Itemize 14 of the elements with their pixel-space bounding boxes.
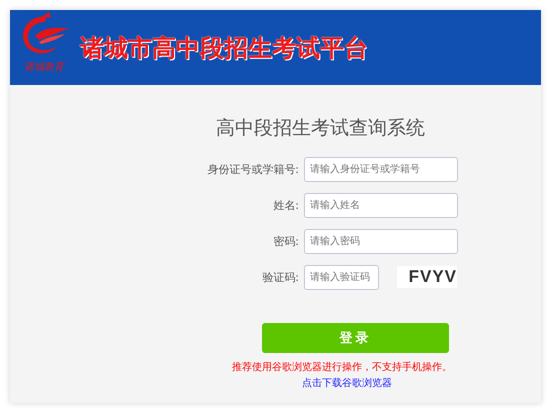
field-label: 密码: [272,234,300,248]
input-field[interactable]: 请输入身份证号或学籍号 [304,156,458,182]
logo-text: 诸城教育 [24,62,64,74]
input-field[interactable]: 请输入姓名 [304,192,458,218]
password-field[interactable]: 请输入密码 [304,228,458,254]
download-link[interactable]: 点击下载谷歌浏览器 [302,376,392,390]
field-label: 身份证号或学籍号: [206,162,300,176]
site-title: 诸城市高中段招生考试平台 [80,32,368,64]
field-label: 验证码: [261,270,300,284]
browser-notice: 推荐使用谷歌浏览器进行操作，不支持手机操作。 [232,360,452,374]
captcha-field[interactable]: 请输入验证码 [304,264,379,290]
form-heading: 高中段招生考试查询系统 [216,116,425,141]
captcha-image[interactable]: FVYV [397,266,457,288]
field-label: 姓名: [272,198,300,212]
